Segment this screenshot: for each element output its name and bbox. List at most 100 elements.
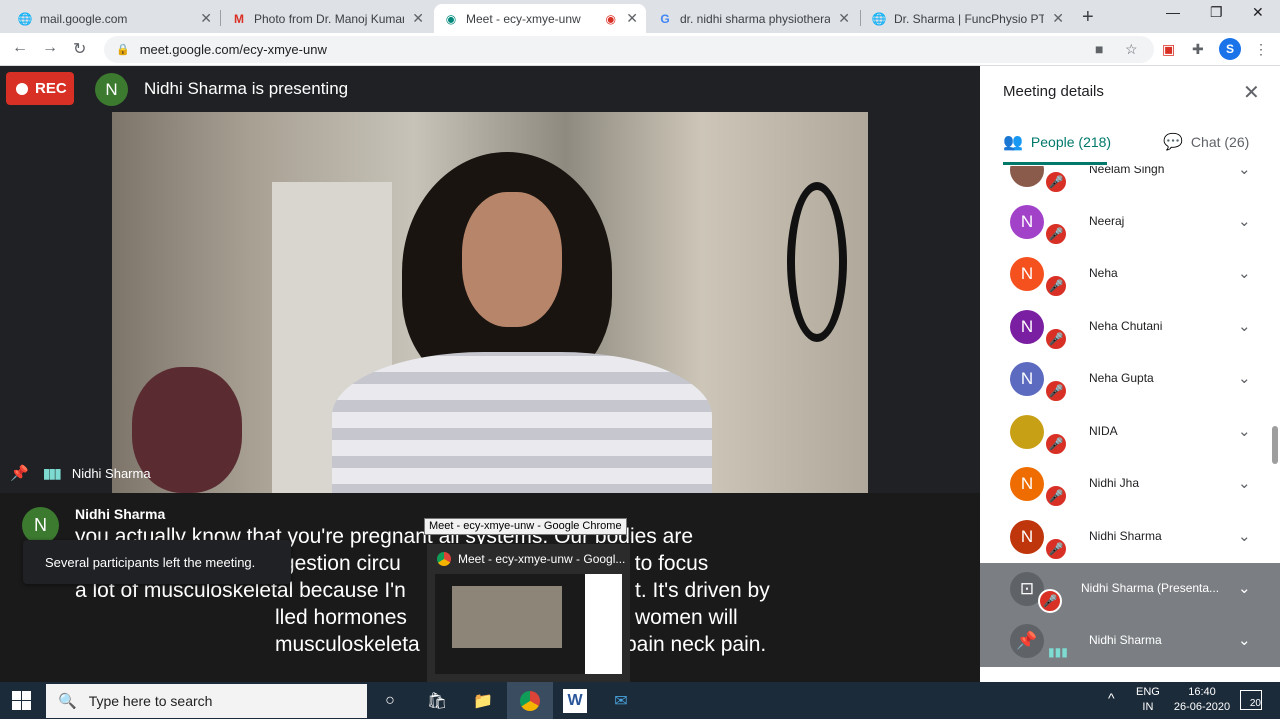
clock[interactable]: 16:40 26-06-2020: [1172, 685, 1232, 715]
tab-divider: [860, 10, 861, 26]
browser-toolbar: ← → ↻ 🔒 meet.google.com/ecy-xmye-unw ■ ☆…: [0, 33, 1280, 66]
tab-meet[interactable]: ◉ Meet - ecy-xmye-unw ◉ ✕: [434, 4, 646, 33]
video-person-shirt: [332, 352, 712, 493]
camera-icon[interactable]: ■: [1095, 41, 1103, 57]
tab-divider: [220, 10, 221, 26]
list-item[interactable]: 🎤 NIDA ⌄: [980, 406, 1280, 458]
record-dot-icon: [16, 82, 28, 95]
menu-icon[interactable]: ⋮: [1254, 41, 1268, 58]
active-tab-indicator: [1003, 162, 1107, 165]
pin-icon[interactable]: 📌: [10, 464, 29, 482]
preview-sidebar: [585, 574, 622, 674]
close-icon[interactable]: ✕: [1243, 80, 1260, 105]
list-item-presentation[interactable]: ⊡ 🎤 Nidhi Sharma (Presenta... ⌄: [980, 563, 1280, 615]
meet-icon: ◉: [445, 11, 457, 26]
list-item[interactable]: N 🎤 Neha ⌄: [980, 248, 1280, 300]
address-bar[interactable]: 🔒 meet.google.com/ecy-xmye-unw: [104, 36, 1154, 63]
person-name: Neelam Singh: [1089, 166, 1165, 176]
tab-chat[interactable]: 💬 Chat (26): [1163, 132, 1249, 152]
minimize-button[interactable]: —: [1166, 4, 1180, 20]
chevron-down-icon[interactable]: ⌄: [1238, 317, 1251, 335]
chevron-down-icon[interactable]: ⌄: [1238, 369, 1251, 387]
list-item[interactable]: N 🎤 Nidhi Jha ⌄: [980, 458, 1280, 510]
chevron-up-icon[interactable]: ^: [1108, 691, 1115, 706]
google-icon: G: [660, 11, 670, 26]
notification-icon[interactable]: 20: [1240, 690, 1262, 710]
tab-funcphysio[interactable]: 🌐 Dr. Sharma | FuncPhysio PT ✕: [862, 4, 1072, 33]
tile-name: Nidhi Sharma: [71, 465, 151, 481]
star-icon[interactable]: ☆: [1125, 41, 1138, 58]
chevron-down-icon[interactable]: ⌄: [1238, 631, 1251, 649]
tab-gmail-photo[interactable]: M Photo from Dr. Manoj Kumar S ✕: [222, 4, 432, 33]
tab-mail[interactable]: 🌐 mail.google.com ✕: [8, 4, 220, 33]
list-item-self[interactable]: 📌 ▮▮▮ Nidhi Sharma ⌄: [980, 615, 1280, 667]
mic-off-icon: 🎤: [1044, 379, 1068, 403]
language-indicator[interactable]: ENG IN: [1136, 685, 1160, 715]
maximize-button[interactable]: ❐: [1210, 4, 1223, 21]
profile-avatar[interactable]: S: [1219, 38, 1241, 60]
task-view-icon[interactable]: ○: [378, 689, 402, 713]
preview-title: Meet - ecy-xmye-unw - Googl...: [437, 552, 625, 566]
browser-tab-bar: 🌐 mail.google.com ✕ M Photo from Dr. Man…: [0, 0, 1280, 33]
new-tab-button[interactable]: +: [1082, 6, 1094, 29]
taskbar-search-box[interactable]: 🔍 Type here to search: [46, 684, 367, 718]
avatar: N: [1010, 310, 1044, 344]
person-name: Nidhi Jha: [1089, 476, 1140, 490]
caption-speaker-avatar: N: [22, 507, 59, 544]
scrollbar[interactable]: [1272, 426, 1278, 464]
mic-off-icon: 🎤: [1044, 432, 1068, 456]
close-icon[interactable]: ✕: [412, 10, 424, 27]
video-ring-light: [787, 182, 847, 342]
chrome-taskbar-icon[interactable]: [507, 682, 553, 719]
person-name: Neeraj: [1089, 214, 1125, 228]
outlook-icon[interactable]: ✉: [609, 689, 633, 713]
mic-off-icon: 🎤: [1044, 537, 1068, 561]
chrome-icon: [520, 690, 540, 711]
avatar: N: [1010, 520, 1044, 554]
close-icon[interactable]: ✕: [626, 10, 638, 27]
windows-start-icon[interactable]: [12, 691, 32, 711]
file-explorer-icon[interactable]: 📁: [471, 689, 495, 713]
tab-label: Meet - ecy-xmye-unw: [466, 11, 581, 26]
tab-label: dr. nidhi sharma physiotherapi: [680, 11, 830, 26]
reload-icon[interactable]: ↻: [73, 39, 86, 59]
list-item[interactable]: N 🎤 Nidhi Sharma ⌄: [980, 511, 1280, 563]
close-icon[interactable]: ✕: [1052, 10, 1064, 27]
mic-off-icon: 🎤: [1044, 274, 1068, 298]
chat-icon: 💬: [1163, 134, 1183, 151]
people-list: 🎤 Neelam Singh ⌄ N 🎤 Neeraj ⌄ N 🎤 Neha ⌄…: [980, 166, 1280, 682]
audio-level-icon: ▮▮▮: [1048, 645, 1068, 659]
forward-arrow-icon[interactable]: →: [42, 39, 58, 57]
notification-toast: Several participants left the meeting.: [23, 540, 291, 584]
chevron-down-icon[interactable]: ⌄: [1238, 422, 1251, 440]
person-name: NIDA: [1089, 424, 1118, 438]
search-placeholder: Type here to search: [88, 693, 213, 709]
word-icon[interactable]: W: [563, 689, 587, 713]
list-item[interactable]: N 🎤 Neha Chutani ⌄: [980, 301, 1280, 353]
windows-taskbar: 🔍 Type here to search ○ 🛍 📁 W ✉ ^ ENG IN …: [0, 682, 1280, 719]
close-icon[interactable]: ✕: [838, 10, 850, 27]
extension-icon[interactable]: ▣: [1162, 41, 1175, 58]
chevron-down-icon[interactable]: ⌄: [1238, 166, 1251, 178]
mic-off-icon: 🎤: [1044, 327, 1068, 351]
puzzle-icon[interactable]: ✚: [1192, 41, 1204, 58]
tab-people[interactable]: 👥 People (218): [1003, 132, 1111, 152]
chevron-down-icon[interactable]: ⌄: [1238, 264, 1251, 282]
list-item[interactable]: N 🎤 Neeraj ⌄: [980, 196, 1280, 248]
tab-google-search[interactable]: G dr. nidhi sharma physiotherapi ✕: [648, 4, 858, 33]
tab-label: mail.google.com: [40, 11, 128, 26]
chevron-down-icon[interactable]: ⌄: [1238, 212, 1251, 230]
store-icon[interactable]: 🛍: [425, 689, 449, 713]
close-icon[interactable]: ✕: [200, 10, 212, 27]
chevron-down-icon[interactable]: ⌄: [1238, 579, 1251, 597]
back-arrow-icon[interactable]: ←: [12, 39, 28, 57]
preview-video: [452, 586, 562, 648]
list-item[interactable]: N 🎤 Neha Gupta ⌄: [980, 353, 1280, 405]
chevron-down-icon[interactable]: ⌄: [1238, 474, 1251, 492]
person-name: Neha: [1089, 266, 1118, 280]
taskbar-window-preview[interactable]: Meet - ecy-xmye-unw - Googl...: [427, 544, 630, 682]
close-window-button[interactable]: ✕: [1252, 4, 1264, 21]
globe-icon: 🌐: [17, 11, 33, 26]
list-item[interactable]: 🎤 Neelam Singh ⌄: [980, 166, 1280, 196]
chevron-down-icon[interactable]: ⌄: [1238, 527, 1251, 545]
